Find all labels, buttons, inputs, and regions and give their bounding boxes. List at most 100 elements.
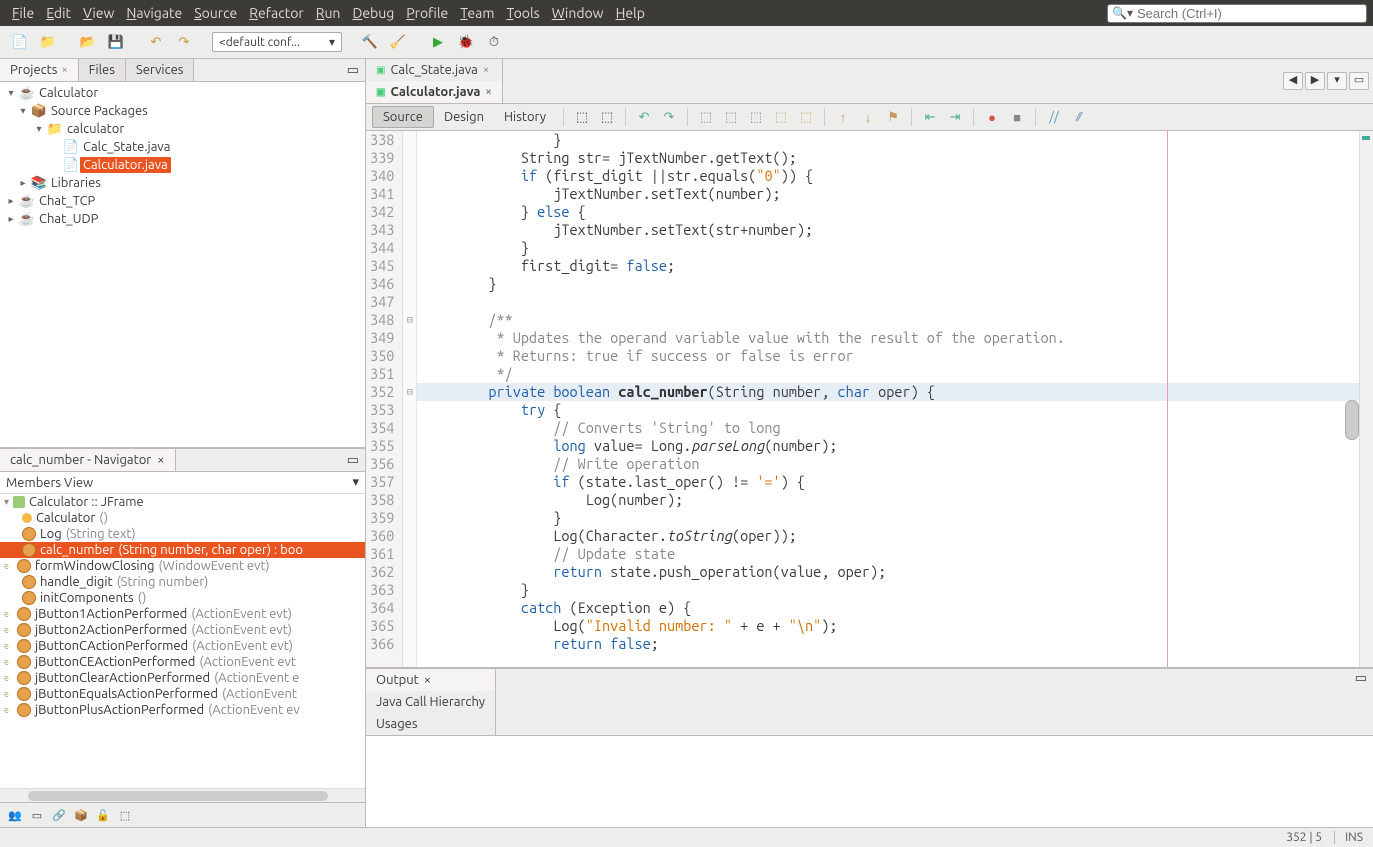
projects-tab-services[interactable]: Services <box>126 59 195 81</box>
code-line[interactable]: // Update state <box>417 545 1359 563</box>
next-tab-icon[interactable]: ▶ <box>1305 72 1325 90</box>
tree-row[interactable]: 📄Calc_State.java <box>4 138 361 156</box>
menu-window[interactable]: Window <box>546 3 610 23</box>
nav-method[interactable]: calc_number(String number, char oper) : … <box>0 542 365 558</box>
expander-icon[interactable]: ▸ <box>4 213 18 225</box>
output-tab-java-call-hierarchy[interactable]: Java Call Hierarchy <box>366 691 496 713</box>
code-line[interactable]: } <box>417 275 1359 293</box>
error-strip[interactable] <box>1359 131 1373 667</box>
nav-method[interactable]: handle_digit(String number) <box>0 574 365 590</box>
overview-slider[interactable] <box>1345 400 1359 440</box>
code-line[interactable] <box>417 293 1359 311</box>
nav-hscroll[interactable] <box>0 788 365 802</box>
tree-item-label[interactable]: Libraries <box>48 175 104 191</box>
menu-edit[interactable]: Edit <box>40 3 77 23</box>
menu-navigate[interactable]: Navigate <box>120 3 188 23</box>
code-line[interactable]: String str= jTextNumber.getText(); <box>417 149 1359 167</box>
history-fwd-icon[interactable]: ⬚ <box>596 107 618 127</box>
menu-tools[interactable]: Tools <box>500 3 545 23</box>
expander-icon[interactable]: ▾ <box>16 105 30 117</box>
profile-icon[interactable]: ⏱ <box>482 30 506 54</box>
code-line[interactable]: if (state.last_oper() != '=') { <box>417 473 1359 491</box>
global-search[interactable]: 🔍▾ <box>1107 4 1367 23</box>
nav-method[interactable]: ejButtonEqualsActionPerformed(ActionEven… <box>0 686 365 702</box>
run-icon[interactable]: ▶ <box>426 30 450 54</box>
editor-tab[interactable]: ▣Calculator.java × <box>366 81 503 103</box>
fold-icon[interactable]: ⊟ <box>403 383 416 401</box>
code-line[interactable]: } <box>417 131 1359 149</box>
nav-method[interactable]: ejButtonPlusActionPerformed(ActionEvent … <box>0 702 365 718</box>
code-editor[interactable]: 3383393403413423433443453463473483493503… <box>366 131 1373 667</box>
nav-class-header[interactable]: ▾ Calculator :: JFrame <box>0 494 365 510</box>
view-source[interactable]: Source <box>372 106 434 128</box>
view-design[interactable]: Design <box>434 107 494 127</box>
nav-icon[interactable]: ↶ <box>633 107 655 127</box>
menu-run[interactable]: Run <box>310 3 347 23</box>
projects-tab-files[interactable]: Files <box>79 59 126 81</box>
shift-left-icon[interactable]: ⇤ <box>919 107 941 127</box>
tree-item-label[interactable]: Calculator <box>36 85 101 101</box>
build-icon[interactable]: 🔨 <box>358 30 382 54</box>
debug-icon[interactable]: 🐞 <box>454 30 478 54</box>
tree-row[interactable]: 📄Calculator.java <box>4 156 361 174</box>
tablist-icon[interactable]: ▾ <box>1327 72 1347 90</box>
config-select[interactable]: <default conf...▾ <box>212 32 342 52</box>
nav-method[interactable]: ejButton1ActionPerformed(ActionEvent evt… <box>0 606 365 622</box>
nav-method[interactable]: initComponents() <box>0 590 365 606</box>
tree-row[interactable]: ▾📁calculator <box>4 120 361 138</box>
new-project-icon[interactable]: 📁 <box>36 30 60 54</box>
members-view-select[interactable]: Members View▾ <box>0 472 365 494</box>
view-history[interactable]: History <box>494 107 556 127</box>
toggle-bm-icon[interactable]: ⚑ <box>882 107 904 127</box>
nav-method[interactable]: ejButtonCEActionPerformed(ActionEvent ev… <box>0 654 365 670</box>
tree-item-label[interactable]: calculator <box>64 121 127 137</box>
clean-build-icon[interactable]: 🧹 <box>386 30 410 54</box>
next-bm-icon[interactable]: ↓ <box>857 107 879 127</box>
nav-method[interactable]: ejButtonCActionPerformed(ActionEvent evt… <box>0 638 365 654</box>
new-file-icon[interactable]: 📄 <box>8 30 32 54</box>
code-line[interactable]: Log(number); <box>417 491 1359 509</box>
tree-item-label[interactable]: Calc_State.java <box>80 139 173 155</box>
nav-method[interactable]: ejButtonClearActionPerformed(ActionEvent… <box>0 670 365 686</box>
open-icon[interactable]: 📂 <box>76 30 100 54</box>
filter-icon[interactable]: 👥 <box>6 806 24 824</box>
nav-method[interactable]: eformWindowClosing(WindowEvent evt) <box>0 558 365 574</box>
undo-icon[interactable]: ↶ <box>144 30 168 54</box>
code-line[interactable]: Log("Invalid number: " + e + "\n"); <box>417 617 1359 635</box>
tree-item-label[interactable]: Chat_UDP <box>36 211 101 227</box>
nav-method[interactable]: ejButton2ActionPerformed(ActionEvent evt… <box>0 622 365 638</box>
close-icon[interactable]: × <box>486 86 492 98</box>
code-line[interactable]: } <box>417 509 1359 527</box>
close-icon[interactable]: × <box>61 64 67 76</box>
uncomment-icon[interactable]: ⁄⁄ <box>1068 107 1090 127</box>
macro-stop-icon[interactable]: ■ <box>1006 107 1028 127</box>
expander-icon[interactable]: ▸ <box>16 177 30 189</box>
expander-icon[interactable]: ▾ <box>4 87 18 99</box>
projects-tab-projects[interactable]: Projects × <box>0 59 79 81</box>
nav-method[interactable]: Calculator() <box>0 510 365 526</box>
output-tab-output[interactable]: Output × <box>366 669 496 691</box>
code-line[interactable]: } <box>417 581 1359 599</box>
tree-row[interactable]: ▾☕Calculator <box>4 84 361 102</box>
save-all-icon[interactable]: 💾 <box>104 30 128 54</box>
expander-icon[interactable]: ▾ <box>32 123 46 135</box>
filter5-icon[interactable]: 🔓 <box>94 806 112 824</box>
shift-right-icon[interactable]: ⇥ <box>944 107 966 127</box>
tree-item-label[interactable]: Chat_TCP <box>36 193 98 209</box>
history-back-icon[interactable]: ⬚ <box>571 107 593 127</box>
minimize-icon[interactable]: ▭ <box>341 451 365 470</box>
tree-row[interactable]: ▸☕Chat_TCP <box>4 192 361 210</box>
code-line[interactable]: } else { <box>417 203 1359 221</box>
code-line[interactable]: */ <box>417 365 1359 383</box>
menu-debug[interactable]: Debug <box>346 3 400 23</box>
code-line[interactable]: catch (Exception e) { <box>417 599 1359 617</box>
tree-item-label[interactable]: Source Packages <box>48 103 151 119</box>
find-sel-icon[interactable]: ⬚ <box>695 107 717 127</box>
code-line[interactable]: long value= Long.parseLong(number); <box>417 437 1359 455</box>
tree-item-label[interactable]: Calculator.java <box>80 157 171 173</box>
code-line[interactable]: try { <box>417 401 1359 419</box>
filter3-icon[interactable]: 🔗 <box>50 806 68 824</box>
code-line[interactable]: // Write operation <box>417 455 1359 473</box>
menu-view[interactable]: View <box>77 3 120 23</box>
prev-bm-icon[interactable]: ↑ <box>832 107 854 127</box>
